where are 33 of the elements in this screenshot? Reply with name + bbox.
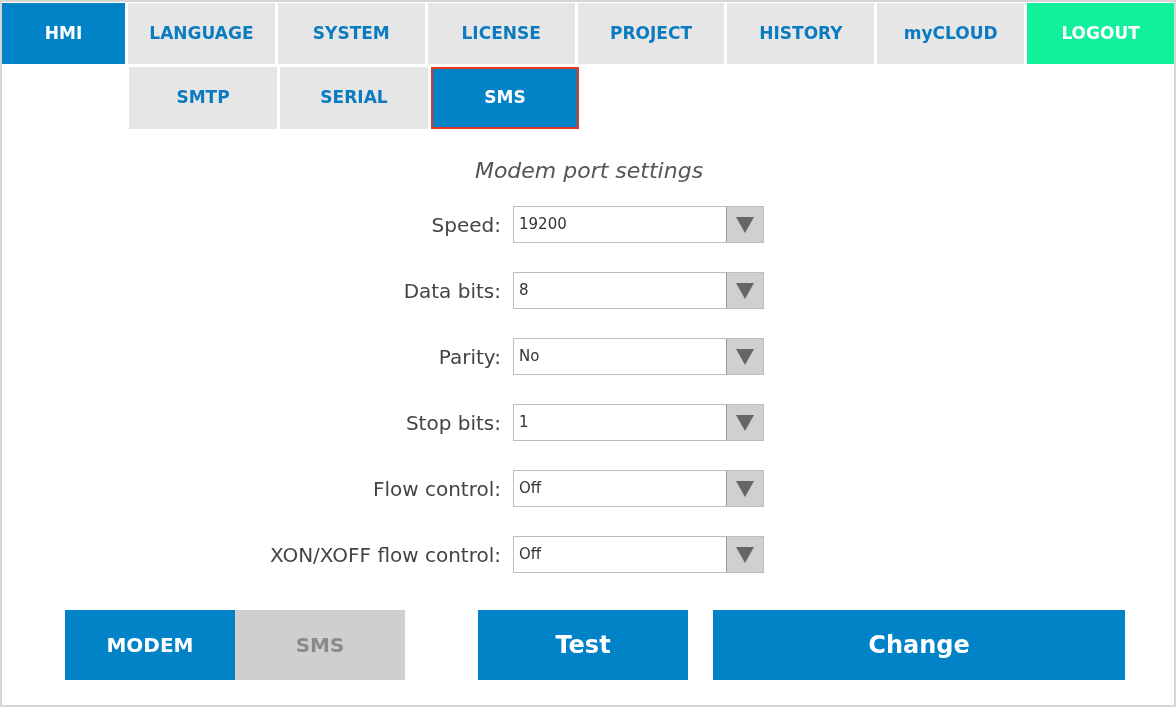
- dropdown[interactable]: Off: [513, 470, 764, 507]
- sub-tab[interactable]: SMS: [431, 67, 579, 129]
- action-button[interactable]: Test: [478, 610, 688, 680]
- nav-tab[interactable]: LANGUAGE: [128, 3, 275, 64]
- nav-tab[interactable]: HISTORY: [727, 3, 875, 64]
- field-label: Data bits:: [402, 277, 502, 305]
- mode-toggle-button[interactable]: MODEM: [65, 610, 235, 680]
- dropdown[interactable]: No: [513, 338, 764, 375]
- field-label: Parity:: [437, 343, 502, 371]
- dropdown-arrow-icon: [735, 215, 755, 234]
- field-label: Speed:: [430, 211, 502, 239]
- nav-tab[interactable]: PROJECT: [577, 3, 725, 64]
- action-button[interactable]: Change: [713, 610, 1125, 680]
- dropdown-arrow-icon: [735, 281, 755, 300]
- mode-toggle-button[interactable]: SMS: [235, 610, 405, 680]
- dropdown[interactable]: 1: [513, 404, 764, 441]
- dropdown[interactable]: 19200: [513, 206, 764, 243]
- nav-tab[interactable]: SYSTEM: [277, 3, 425, 64]
- sub-tab[interactable]: SMTP: [129, 67, 277, 129]
- dropdown-arrow-icon: [735, 413, 755, 432]
- dropdown[interactable]: 8: [513, 272, 764, 309]
- dropdown-arrow-icon: [735, 545, 755, 564]
- dropdown-arrow-icon: [735, 347, 755, 366]
- dropdown[interactable]: Off: [513, 536, 764, 573]
- nav-tab[interactable]: LICENSE: [427, 3, 575, 64]
- nav-tab[interactable]: HMI: [2, 3, 126, 64]
- field-label: XON/XOFF flow control:: [269, 541, 502, 569]
- section-title: Modem port settings: [473, 157, 705, 185]
- field-label: Flow control:: [371, 475, 502, 503]
- field-label: Stop bits:: [404, 409, 502, 437]
- dropdown-arrow-icon: [735, 479, 755, 498]
- sub-tab[interactable]: SERIAL: [280, 67, 428, 129]
- nav-tab[interactable]: myCLOUD: [877, 3, 1025, 64]
